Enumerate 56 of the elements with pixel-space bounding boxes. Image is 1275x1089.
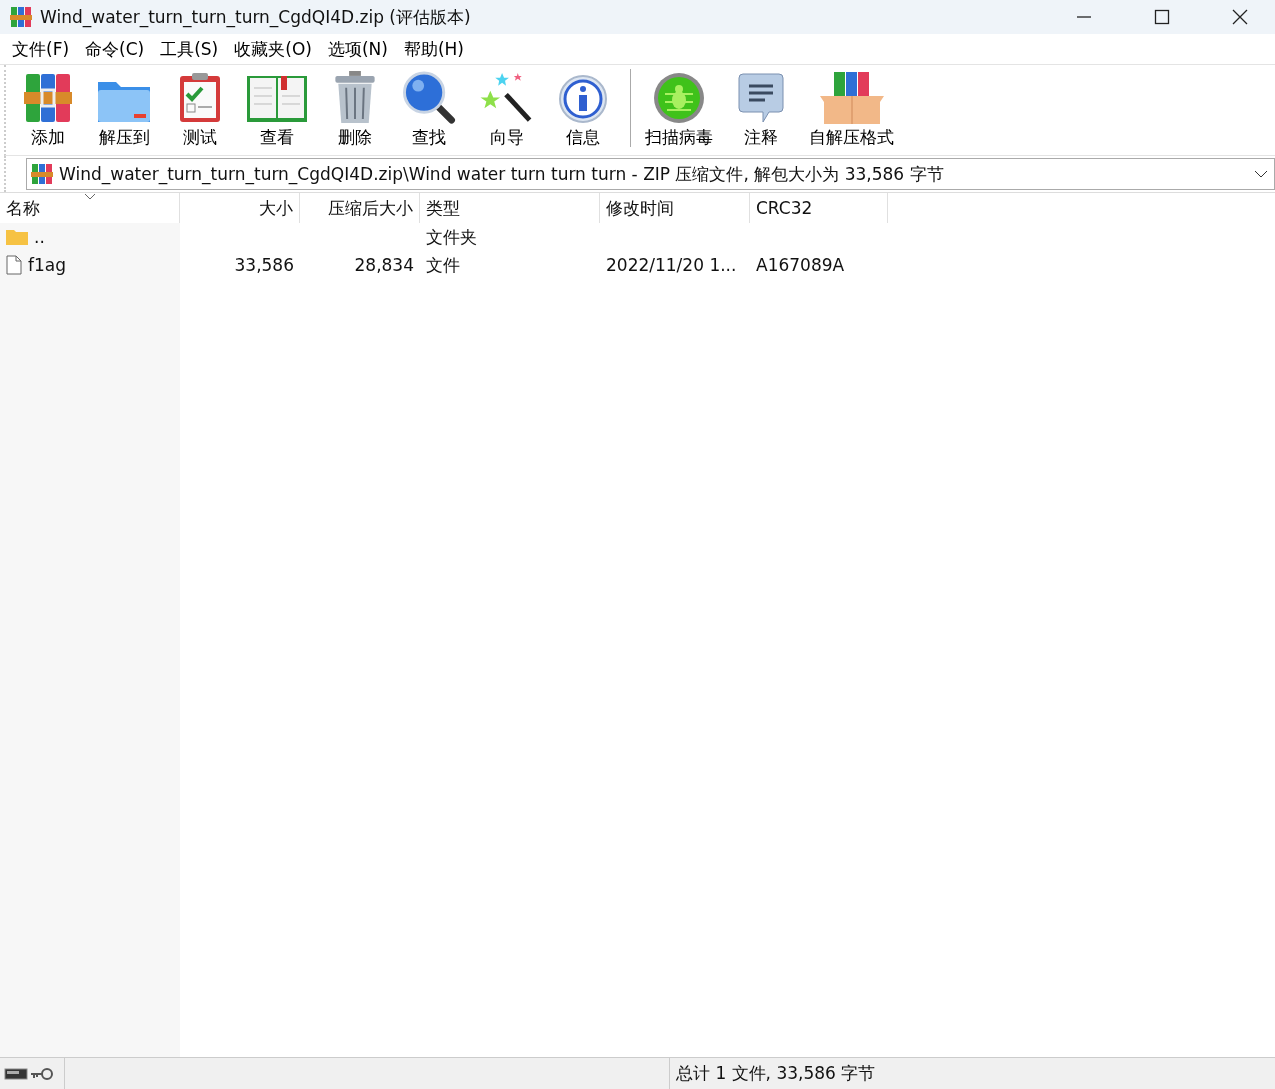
column-header[interactable]: 修改时间 (600, 193, 750, 223)
toolbar-button[interactable]: 向导 (472, 67, 542, 155)
packed-size-cell-text: 28,834 (353, 255, 415, 275)
app-logo-icon (10, 6, 32, 28)
size-cell-text: 33,586 (233, 255, 295, 275)
column-header[interactable]: 大小 (180, 193, 300, 223)
column-header[interactable]: 名称 (0, 193, 180, 223)
folder-icon (6, 229, 28, 245)
trash-can-icon (332, 71, 377, 124)
menu-item[interactable]: 文件(F) (4, 35, 78, 63)
toolbar-button[interactable]: 添加 (16, 67, 80, 155)
window-title: Wind_water_turn_turn_turn_CgdQI4D.zip (评估版本) (40, 5, 472, 29)
file-name[interactable]: .. (34, 227, 45, 247)
column-header[interactable]: 压缩后大小 (300, 193, 420, 223)
toolbar-button[interactable]: 删除 (323, 67, 386, 155)
toolbar-button[interactable]: 自解压格式 (801, 67, 902, 155)
toolbar-button[interactable]: 信息 (550, 67, 616, 155)
books-belt-icon (24, 72, 72, 124)
file-icon (6, 255, 22, 275)
app-logo-icon (31, 163, 53, 185)
status-summary: 总计 1 文件, 33,586 字节 (675, 1062, 876, 1085)
open-book-icon (247, 74, 307, 124)
menu-item[interactable]: 命令(C) (77, 35, 153, 63)
toolbar-button[interactable]: 扫描病毒 (637, 67, 721, 155)
column-header[interactable]: 类型 (420, 193, 600, 223)
menu-item[interactable]: 收藏夹(O) (226, 35, 320, 63)
address-bar[interactable]: Wind_water_turn_turn_turn_CgdQI4D.zip\Wind water turn turn turn - ZIP 压缩文件, 解包大小为 33,586 字节 (26, 158, 1275, 190)
info-icon (558, 74, 608, 124)
dropdown-chevron-icon[interactable] (1254, 169, 1268, 179)
bug-icon (653, 72, 705, 124)
minimize-icon (1076, 16, 1092, 18)
box-books-icon (819, 72, 884, 124)
toolbar-button[interactable]: 解压到 (88, 67, 160, 155)
crc-cell-text: A167089A (755, 255, 846, 275)
menu-item[interactable]: 选项(N) (319, 35, 396, 63)
drive-icon (4, 1067, 28, 1080)
modified-cell-text: 2022/11/20 1... (605, 255, 738, 275)
maximize-icon (1154, 9, 1170, 25)
speech-bubble-icon (737, 72, 785, 124)
column-header[interactable]: CRC32 (750, 193, 888, 223)
magic-wand-icon (480, 71, 534, 124)
toolbar-button[interactable]: 注释 (729, 67, 793, 155)
close-icon (1232, 9, 1248, 25)
magnifier-icon (402, 71, 456, 124)
toolbar-button[interactable]: 查看 (239, 67, 315, 155)
sort-caret-icon (84, 193, 96, 201)
type-cell-text: 文件 (425, 253, 461, 277)
file-name[interactable]: f1ag (28, 255, 66, 275)
toolbar-button[interactable]: 测试 (168, 67, 231, 155)
menu-item[interactable]: 帮助(H) (395, 35, 472, 63)
type-cell-text: 文件夹 (425, 225, 478, 249)
archive-path: Wind_water_turn_turn_turn_CgdQI4D.zip\Wind water turn turn turn - ZIP 压缩文件, 解包大小为 33,586 字节 (59, 162, 945, 186)
toolbar-button[interactable]: 查找 (394, 67, 464, 155)
key-icon (30, 1066, 54, 1081)
clipboard-check-icon (177, 72, 222, 124)
menu-item[interactable]: 工具(S) (152, 35, 227, 63)
